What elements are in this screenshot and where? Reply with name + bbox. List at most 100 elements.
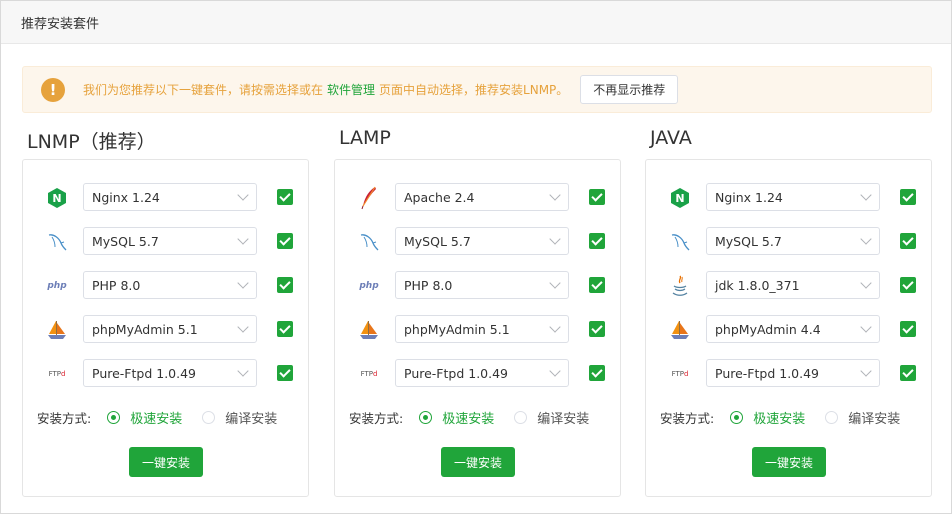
version-select-value: phpMyAdmin 5.1 [92,321,198,337]
chevron-down-icon [549,321,561,333]
version-select[interactable]: Nginx 1.24 [706,183,880,211]
software-row: php PHP 8.0 [335,271,620,299]
chevron-down-icon [860,189,872,201]
chevron-down-icon [860,321,872,333]
version-select-value: Pure-Ftpd 1.0.49 [404,365,508,381]
phpmyadmin-icon [45,318,69,342]
recommend-notice: ! 我们为您推荐以下一键套件，请按需选择或在 软件管理 页面中自动选择，推荐安装… [22,66,932,113]
version-select-value: phpMyAdmin 5.1 [404,321,510,337]
suite-card: Apache 2.4 MySQL 5.7 php PHP 8.0 phpMyAdmin … [334,159,621,497]
chevron-down-icon [237,189,249,201]
software-row: php PHP 8.0 [23,271,308,299]
compile-install-label[interactable]: 编译安装 [537,408,589,427]
chevron-down-icon [549,365,561,377]
svg-text:N: N [675,192,684,205]
software-row: phpMyAdmin 4.4 [646,315,931,343]
phpmyadmin-icon [668,318,692,342]
version-select-value: MySQL 5.7 [404,233,471,249]
install-checkbox[interactable] [589,189,605,205]
chevron-down-icon [860,365,872,377]
version-select[interactable]: Pure-Ftpd 1.0.49 [706,359,880,387]
version-select[interactable]: phpMyAdmin 5.1 [83,315,257,343]
version-select[interactable]: phpMyAdmin 5.1 [395,315,569,343]
version-select[interactable]: PHP 8.0 [83,271,257,299]
compile-install-radio[interactable] [202,410,216,424]
fast-install-label[interactable]: 极速安装 [442,408,494,427]
dialog-title: 推荐安装套件 [21,16,100,32]
install-checkbox[interactable] [900,277,916,293]
pureftpd-icon: FTPd [360,370,378,378]
install-checkbox[interactable] [277,321,293,337]
chevron-down-icon [237,277,249,289]
software-row: FTPd Pure-Ftpd 1.0.49 [646,359,931,387]
version-select-value: MySQL 5.7 [715,233,782,249]
version-select[interactable]: MySQL 5.7 [395,227,569,255]
fast-install-label[interactable]: 极速安装 [130,408,182,427]
version-select[interactable]: PHP 8.0 [395,271,569,299]
compile-install-radio[interactable] [514,410,528,424]
one-click-install-button[interactable]: 一键安装 [129,447,203,477]
install-checkbox[interactable] [277,233,293,249]
fast-install-radio[interactable] [107,410,121,424]
mysql-icon [45,230,69,254]
nginx-icon: N [45,186,69,210]
version-select[interactable]: MySQL 5.7 [83,227,257,255]
version-select[interactable]: phpMyAdmin 4.4 [706,315,880,343]
suite-title: LNMP（推荐） [27,131,156,153]
install-mode-label: 安装方式: [660,410,715,426]
compile-install-label[interactable]: 编译安装 [848,408,900,427]
notice-text-before: 我们为您推荐以下一键套件，请按需选择或在 [83,83,324,97]
install-checkbox[interactable] [277,277,293,293]
install-checkbox[interactable] [589,365,605,381]
mysql-icon [357,230,381,254]
suite-card: N Nginx 1.24 MySQL 5.7 php PHP 8.0 phpMyAdmin… [22,159,309,497]
chevron-down-icon [549,233,561,245]
version-select[interactable]: Pure-Ftpd 1.0.49 [83,359,257,387]
chevron-down-icon [549,277,561,289]
version-select[interactable]: Pure-Ftpd 1.0.49 [395,359,569,387]
install-checkbox[interactable] [277,189,293,205]
chevron-down-icon [237,365,249,377]
software-row: FTPd Pure-Ftpd 1.0.49 [335,359,620,387]
version-select-value: Nginx 1.24 [715,189,783,205]
version-select-value: Nginx 1.24 [92,189,160,205]
install-mode-group: 安装方式: 极速安装 编译安装 [660,408,920,427]
compile-install-radio[interactable] [825,410,839,424]
one-click-install-button[interactable]: 一键安装 [441,447,515,477]
fast-install-radio[interactable] [730,410,744,424]
dismiss-recommend-button[interactable]: 不再显示推荐 [580,75,679,104]
software-row: MySQL 5.7 [646,227,931,255]
install-checkbox[interactable] [900,189,916,205]
fast-install-label[interactable]: 极速安装 [753,408,805,427]
suite-title: JAVA [650,127,692,149]
software-row: MySQL 5.7 [23,227,308,255]
version-select[interactable]: Nginx 1.24 [83,183,257,211]
version-select-value: PHP 8.0 [404,277,453,293]
install-checkbox[interactable] [900,233,916,249]
recommend-dialog: 推荐安装套件 ! 我们为您推荐以下一键套件，请按需选择或在 软件管理 页面中自动… [0,0,952,514]
install-checkbox[interactable] [277,365,293,381]
compile-install-label[interactable]: 编译安装 [225,408,277,427]
install-checkbox[interactable] [589,321,605,337]
install-checkbox[interactable] [900,365,916,381]
version-select[interactable]: MySQL 5.7 [706,227,880,255]
install-checkbox[interactable] [900,321,916,337]
suite-card: N Nginx 1.24 MySQL 5.7 jdk 1.8.0_371 phpMyAd… [645,159,932,497]
software-row: MySQL 5.7 [335,227,620,255]
svg-text:N: N [52,192,61,205]
chevron-down-icon [549,189,561,201]
chevron-down-icon [237,233,249,245]
phpmyadmin-icon [357,318,381,342]
software-manager-link[interactable]: 软件管理 [327,81,375,98]
install-checkbox[interactable] [589,277,605,293]
version-select[interactable]: Apache 2.4 [395,183,569,211]
version-select-value: phpMyAdmin 4.4 [715,321,821,337]
version-select[interactable]: jdk 1.8.0_371 [706,271,880,299]
version-select-value: MySQL 5.7 [92,233,159,249]
java-icon [668,274,692,298]
fast-install-radio[interactable] [419,410,433,424]
version-select-value: Pure-Ftpd 1.0.49 [715,365,819,381]
software-row: jdk 1.8.0_371 [646,271,931,299]
one-click-install-button[interactable]: 一键安装 [752,447,826,477]
install-checkbox[interactable] [589,233,605,249]
